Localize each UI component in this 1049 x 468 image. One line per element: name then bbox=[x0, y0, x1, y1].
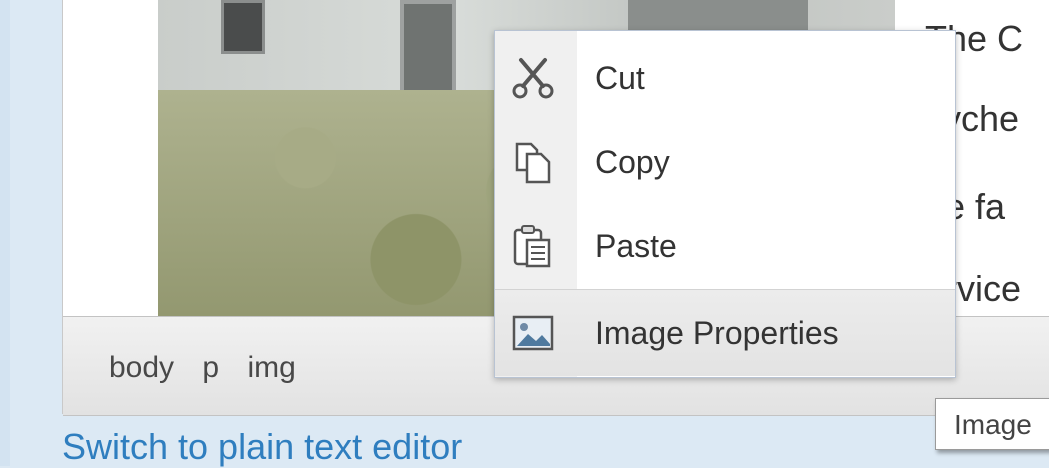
path-item-p[interactable]: p bbox=[202, 351, 219, 384]
window-edge bbox=[0, 0, 10, 466]
copy-icon bbox=[515, 142, 551, 184]
menu-item-paste[interactable]: Paste bbox=[495, 203, 955, 289]
menu-item-label: Copy bbox=[595, 144, 670, 180]
menu-item-copy[interactable]: Copy bbox=[495, 119, 955, 205]
paste-icon bbox=[513, 225, 551, 268]
element-path: body p img bbox=[109, 351, 316, 385]
image-window bbox=[221, 0, 265, 54]
menu-item-cut[interactable]: Cut bbox=[495, 35, 955, 121]
image-icon bbox=[512, 315, 554, 351]
switch-to-plain-text-link[interactable]: Switch to plain text editor bbox=[62, 426, 462, 468]
menu-item-image-properties[interactable]: Image Properties bbox=[495, 289, 955, 376]
path-item-body[interactable]: body bbox=[109, 351, 174, 384]
menu-item-label: Cut bbox=[595, 60, 645, 96]
menu-item-label: Paste bbox=[595, 228, 677, 264]
context-menu: Cut Copy Paste Image Properties bbox=[494, 30, 956, 378]
menu-item-label: Image Properties bbox=[595, 315, 839, 351]
scissors-icon bbox=[512, 58, 554, 99]
path-item-img[interactable]: img bbox=[247, 351, 295, 384]
tooltip: Image bbox=[935, 398, 1049, 450]
